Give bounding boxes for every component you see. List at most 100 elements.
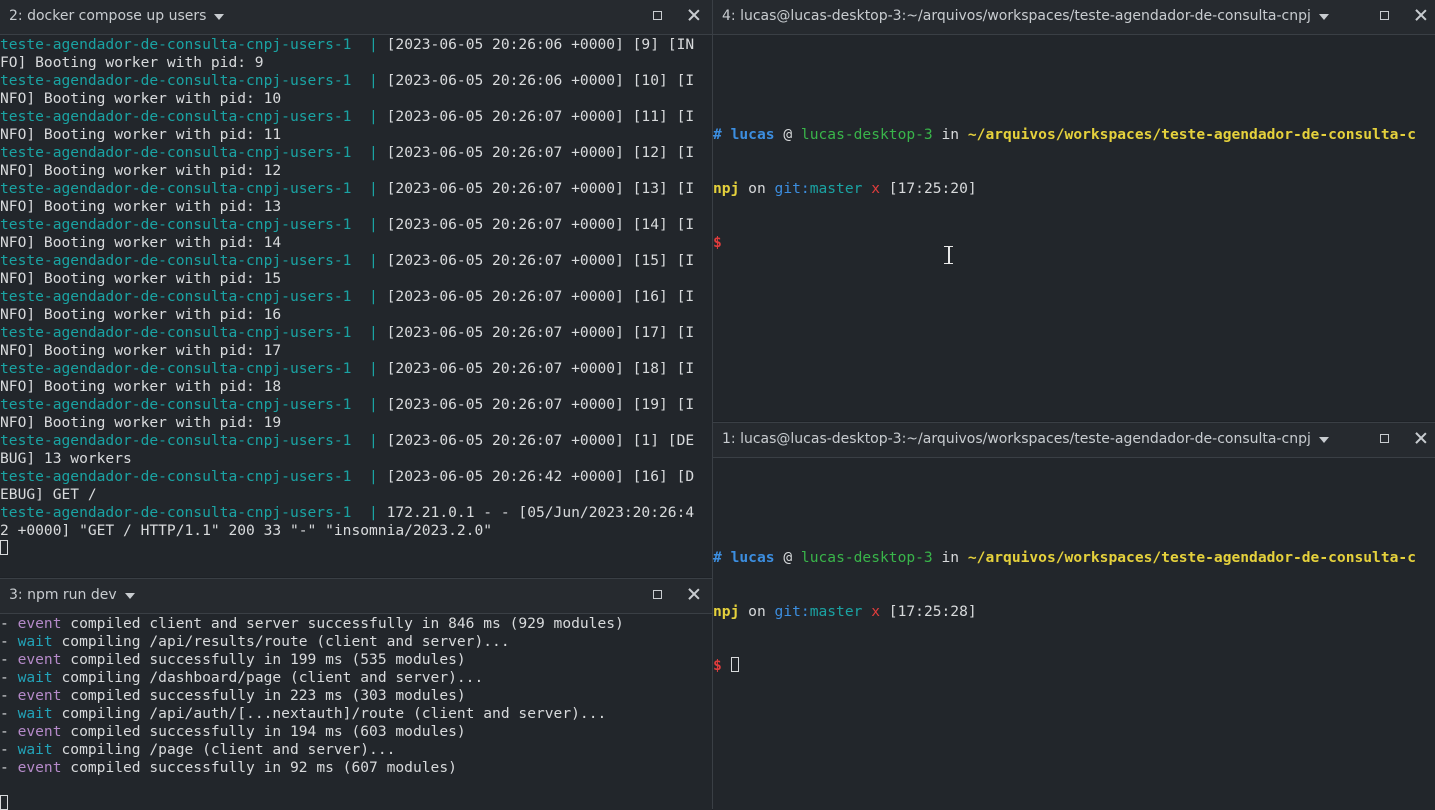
log-line: teste-agendador-de-consulta-cnpj-users-1… — [0, 288, 712, 306]
log-line: NFO] Booting worker with pid: 13 — [0, 198, 712, 216]
chevron-down-icon[interactable] — [1318, 14, 1329, 20]
log-line: teste-agendador-de-consulta-cnpj-users-1… — [0, 432, 712, 450]
pane-header: 4: lucas@lucas-desktop-3:~/arquivos/work… — [713, 0, 1435, 35]
log-text: [2023-06-05 20:26:06 +0000] [10] [I — [386, 72, 695, 89]
log-line: - wait compiling /dashboard/page (client… — [0, 669, 712, 687]
log-text: [2023-06-05 20:26:07 +0000] [1] [DE — [386, 432, 695, 449]
log-dash: - — [0, 759, 18, 776]
log-line: teste-agendador-de-consulta-cnpj-users-1… — [0, 72, 712, 90]
service-name: teste-agendador-de-consulta-cnpj-users-1 — [0, 216, 352, 233]
log-line: teste-agendador-de-consulta-cnpj-users-1… — [0, 504, 712, 522]
close-icon[interactable] — [686, 7, 702, 23]
log-level: event — [17, 759, 62, 776]
service-name: teste-agendador-de-consulta-cnpj-users-1 — [0, 324, 352, 341]
terminal-output[interactable]: # lucas @ lucas-desktop-3 in ~/arquivos/… — [713, 459, 1435, 810]
log-text: NFO] Booting worker with pid: 13 — [0, 198, 282, 215]
log-separator: | — [369, 432, 378, 449]
log-line: - event compiled successfully in 223 ms … — [0, 687, 712, 705]
log-text: compiled successfully in 199 ms (535 mod… — [61, 651, 466, 668]
service-name: teste-agendador-de-consulta-cnpj-users-1 — [0, 144, 352, 161]
log-text: [2023-06-05 20:26:07 +0000] [15] [I — [386, 252, 695, 269]
log-line: NFO] Booting worker with pid: 18 — [0, 378, 712, 396]
pane-title-dropdown[interactable]: 1: lucas@lucas-desktop-3:~/arquivos/work… — [722, 431, 1329, 447]
service-name: teste-agendador-de-consulta-cnpj-users-1 — [0, 180, 352, 197]
log-level: wait — [17, 741, 53, 758]
maximize-icon[interactable] — [1380, 434, 1389, 443]
log-separator: | — [369, 252, 378, 269]
log-text: NFO] Booting worker with pid: 19 — [0, 414, 282, 431]
log-text: NFO] Booting worker with pid: 12 — [0, 162, 282, 179]
text-cursor — [0, 540, 8, 555]
log-dash: - — [0, 633, 18, 650]
log-dash: - — [0, 669, 18, 686]
log-text: 2 +0000] "GET / HTTP/1.1" 200 33 "-" "in… — [0, 522, 493, 539]
log-level: wait — [17, 633, 53, 650]
chevron-down-icon[interactable] — [214, 14, 225, 20]
log-separator: | — [369, 72, 378, 89]
log-line: - event compiled successfully in 199 ms … — [0, 651, 712, 669]
log-line: NFO] Booting worker with pid: 17 — [0, 342, 712, 360]
log-text: NFO] Booting worker with pid: 10 — [0, 90, 282, 107]
text-cursor — [730, 657, 739, 672]
prompt-line: npj on git:master x [17:25:20] — [713, 180, 977, 197]
log-level: event — [17, 615, 62, 632]
log-line: teste-agendador-de-consulta-cnpj-users-1… — [0, 468, 712, 486]
log-text: NFO] Booting worker with pid: 15 — [0, 270, 282, 287]
log-dash: - — [0, 687, 18, 704]
log-text: NFO] Booting worker with pid: 17 — [0, 342, 282, 359]
pane-title-dropdown[interactable]: 4: lucas@lucas-desktop-3:~/arquivos/work… — [722, 8, 1329, 24]
pane-title-dropdown[interactable]: 2: docker compose up users — [9, 8, 225, 24]
service-name: teste-agendador-de-consulta-cnpj-users-1 — [0, 108, 352, 125]
chevron-down-icon[interactable] — [124, 593, 135, 599]
input-line[interactable]: $ — [713, 234, 1435, 252]
log-text: [2023-06-05 20:26:06 +0000] [9] [IN — [386, 36, 695, 53]
maximize-icon[interactable] — [653, 590, 662, 599]
prompt-line: # lucas @ lucas-desktop-3 in ~/arquivos/… — [713, 126, 1416, 143]
chevron-down-icon[interactable] — [1318, 437, 1329, 443]
log-text: compiling /page (client and server)... — [52, 741, 396, 758]
service-name: teste-agendador-de-consulta-cnpj-users-1 — [0, 36, 352, 53]
log-line: - event compiled successfully in 92 ms (… — [0, 759, 712, 777]
log-line: teste-agendador-de-consulta-cnpj-users-1… — [0, 252, 712, 270]
log-line: 2 +0000] "GET / HTTP/1.1" 200 33 "-" "in… — [0, 522, 712, 540]
log-separator: | — [369, 216, 378, 233]
log-line: NFO] Booting worker with pid: 10 — [0, 90, 712, 108]
input-line[interactable] — [0, 795, 712, 810]
log-text: compiled successfully in 223 ms (303 mod… — [61, 687, 466, 704]
prompt-line: npj on git:master x [17:25:28] — [713, 603, 977, 620]
service-name: teste-agendador-de-consulta-cnpj-users-1 — [0, 360, 352, 377]
log-text: NFO] Booting worker with pid: 18 — [0, 378, 282, 395]
terminal-output[interactable]: - event compiled client and server succe… — [0, 615, 712, 810]
input-line[interactable]: $ — [713, 657, 1435, 675]
pane-title-label: 2: docker compose up users — [9, 8, 207, 24]
log-line: NFO] Booting worker with pid: 12 — [0, 162, 712, 180]
log-text: NFO] Booting worker with pid: 14 — [0, 234, 282, 251]
close-icon[interactable] — [686, 586, 702, 602]
log-text: BUG] 13 workers — [0, 450, 132, 467]
log-line: teste-agendador-de-consulta-cnpj-users-1… — [0, 396, 712, 414]
maximize-icon[interactable] — [1380, 11, 1389, 20]
service-name: teste-agendador-de-consulta-cnpj-users-1 — [0, 504, 352, 521]
terminal-output[interactable]: # lucas @ lucas-desktop-3 in ~/arquivos/… — [713, 36, 1435, 421]
pane-title-dropdown[interactable]: 3: npm run dev — [9, 587, 135, 603]
maximize-icon[interactable] — [653, 11, 662, 20]
terminal-output[interactable]: teste-agendador-de-consulta-cnpj-users-1… — [0, 36, 712, 577]
pane-header: 2: docker compose up users — [0, 0, 712, 35]
log-separator: | — [369, 396, 378, 413]
log-line: NFO] Booting worker with pid: 19 — [0, 414, 712, 432]
pane-shell-4[interactable]: 4: lucas@lucas-desktop-3:~/arquivos/work… — [713, 0, 1435, 421]
pane-npm-run-dev[interactable]: 3: npm run dev - event compiled client a… — [0, 578, 712, 810]
log-line: teste-agendador-de-consulta-cnpj-users-1… — [0, 36, 712, 54]
log-text: NFO] Booting worker with pid: 16 — [0, 306, 282, 323]
service-name: teste-agendador-de-consulta-cnpj-users-1 — [0, 72, 352, 89]
input-line[interactable] — [0, 540, 712, 558]
close-icon[interactable] — [1413, 430, 1429, 446]
log-line: teste-agendador-de-consulta-cnpj-users-1… — [0, 180, 712, 198]
service-name: teste-agendador-de-consulta-cnpj-users-1 — [0, 432, 352, 449]
pane-shell-1[interactable]: 1: lucas@lucas-desktop-3:~/arquivos/work… — [713, 422, 1435, 810]
log-text: compiling /dashboard/page (client and se… — [52, 669, 484, 686]
log-text: [2023-06-05 20:26:07 +0000] [12] [I — [386, 144, 695, 161]
pane-docker-compose[interactable]: 2: docker compose up users teste-agendad… — [0, 0, 712, 577]
close-icon[interactable] — [1413, 7, 1429, 23]
